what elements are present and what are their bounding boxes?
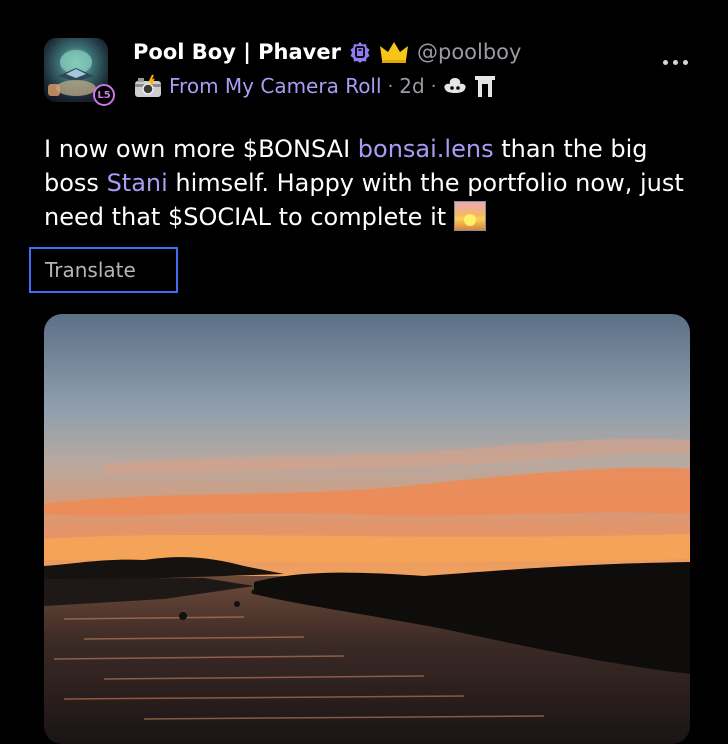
mention-bonsai-lens[interactable]: bonsai.lens [358, 135, 494, 163]
more-options-icon [683, 60, 688, 65]
author-row: Pool Boy | Phaver @poolboy [133, 36, 521, 68]
verified-badge-icon [350, 42, 370, 63]
post-body: I now own more $BONSAI bonsai.lens than … [44, 132, 694, 234]
translate-label: Translate [45, 258, 136, 282]
more-options-icon [673, 60, 678, 65]
author-handle[interactable]: @poolboy [417, 40, 521, 64]
author-display-name[interactable]: Pool Boy | Phaver [133, 40, 341, 64]
lens-icon[interactable] [442, 75, 468, 97]
camera-flash-icon [135, 74, 161, 97]
crown-icon [379, 42, 408, 63]
translate-button[interactable]: Translate [29, 247, 178, 293]
sunrise-emoji [453, 201, 486, 231]
more-options-button[interactable] [663, 60, 688, 65]
mention-stani[interactable]: Stani [107, 169, 168, 197]
level-badge: L5 [93, 84, 115, 106]
more-options-icon [663, 60, 668, 65]
gateway-icon[interactable] [474, 74, 496, 98]
post-image[interactable] [44, 314, 690, 744]
sunset-over-lake-photo [44, 314, 690, 744]
post-time: 2d [399, 74, 425, 98]
separator: · [387, 75, 394, 97]
post-text-segment: I now own more $BONSAI [44, 135, 358, 163]
separator: · [430, 75, 437, 97]
community-link[interactable]: From My Camera Roll [169, 74, 382, 98]
post-meta-row: From My Camera Roll · 2d · [133, 70, 496, 102]
